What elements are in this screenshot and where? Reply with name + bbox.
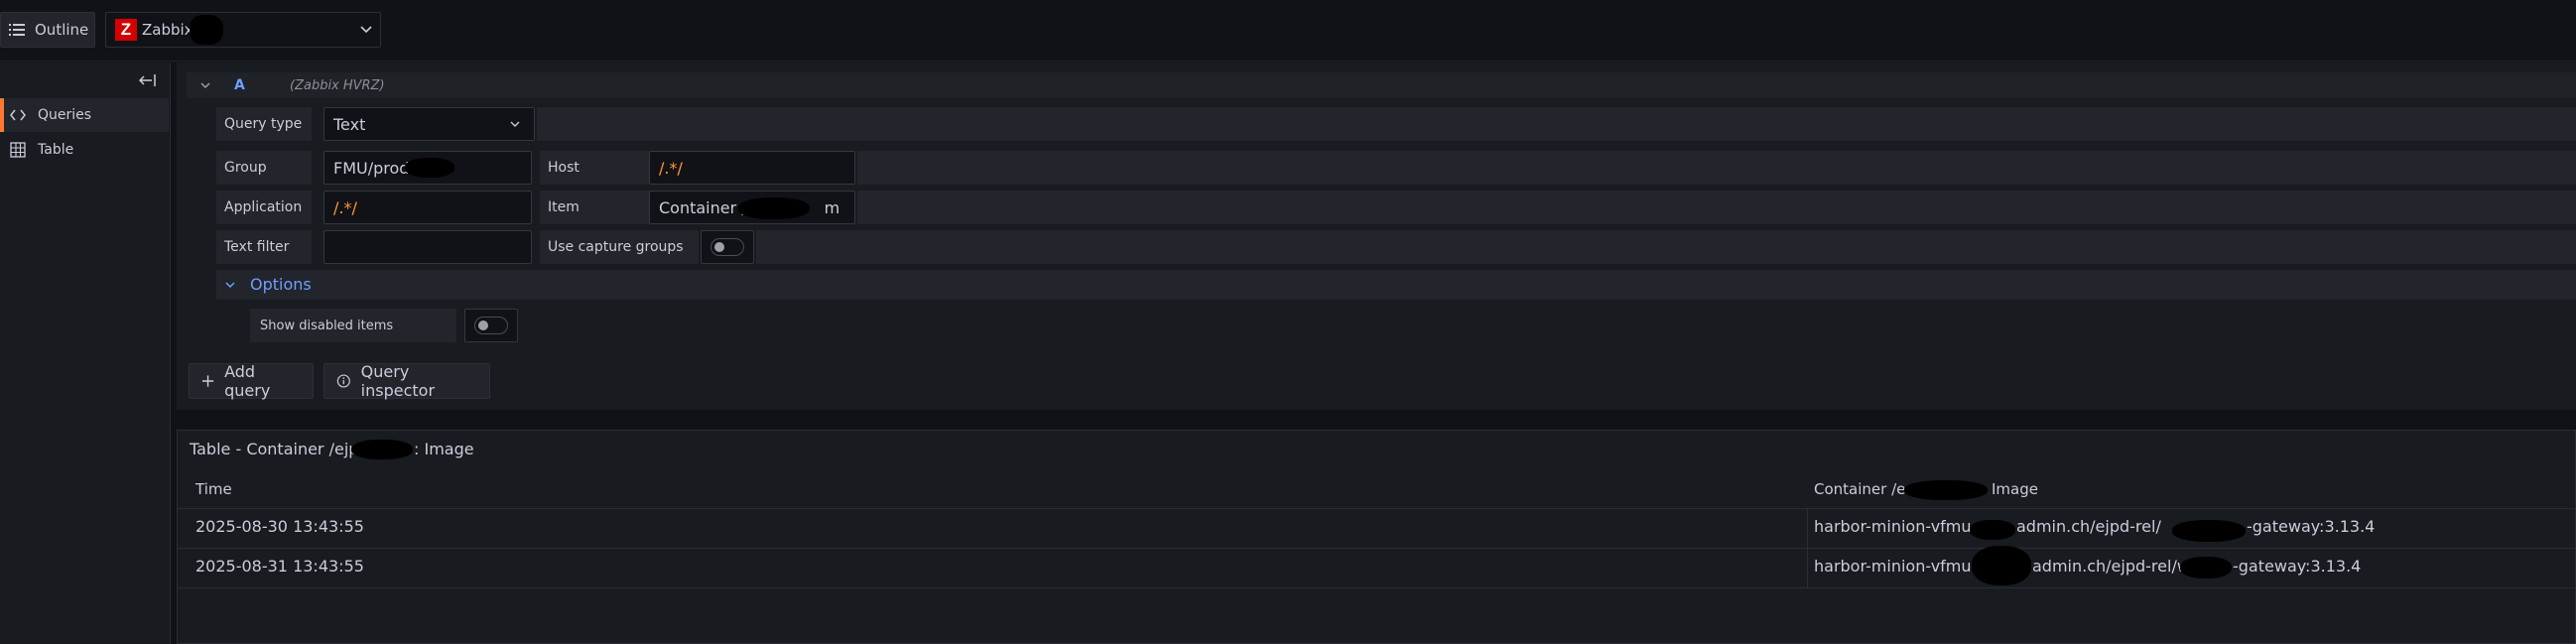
capture-groups-label: Use capture groups (540, 230, 699, 264)
query-editor: A (Zabbix HVRZ) Query type Text Group FM… (177, 63, 2576, 410)
redaction-mark (2172, 520, 2246, 542)
capture-groups-toggle[interactable] (701, 230, 754, 264)
redaction-mark (1972, 546, 2031, 585)
group-value: FMU/prod (333, 158, 410, 178)
datasource-name: Zabbix (142, 21, 193, 39)
item-label: Item (540, 191, 649, 224)
row-filler (857, 151, 2576, 185)
add-query-label: Add query (224, 362, 271, 400)
host-value: /.*/ (659, 158, 683, 178)
host-input[interactable]: /.*/ (649, 151, 855, 185)
outline-label: Outline (35, 21, 89, 39)
redaction-mark (351, 440, 413, 459)
results-table-panel: Table - Container /ejp : Image Time Cont… (177, 430, 2576, 644)
info-circle-icon (336, 374, 350, 388)
panel-title-end: : Image (414, 440, 474, 458)
table-cell-value-c: -gateway:3.13.4 (2233, 557, 2362, 576)
add-query-button[interactable]: Add query (189, 362, 314, 400)
toggle-switch (474, 317, 508, 334)
table-cell-value-a: harbor-minion-vfmu. (1814, 557, 1977, 576)
application-value: /.*/ (333, 197, 357, 217)
show-disabled-toggle[interactable] (464, 309, 518, 342)
collapse-sidebar-icon[interactable] (139, 73, 157, 87)
chevron-down-icon (510, 121, 520, 127)
text-filter-input[interactable] (323, 230, 532, 264)
outline-button[interactable]: Outline (0, 12, 95, 48)
table-cell-value-a: harbor-minion-vfmu (1814, 517, 1972, 536)
query-type-select[interactable]: Text (323, 107, 535, 141)
row-filler (857, 191, 2576, 224)
panel-title-start: Table - Container /ejp (190, 440, 359, 458)
redaction-mark (405, 158, 454, 178)
table-cell-value-b: admin.ch/ejpd-rel/ (2016, 517, 2161, 536)
table-cell-value-b: admin.ch/ejpd-rel/w (2032, 557, 2190, 576)
sidebar-item-table[interactable]: Table (0, 133, 169, 167)
row-divider (178, 587, 2576, 588)
header-divider (178, 508, 2576, 509)
item-value-start: Container / (659, 197, 747, 217)
datasource-picker[interactable]: Z Zabbix (105, 12, 381, 48)
collapse-query-chevron-icon[interactable] (200, 82, 210, 89)
text-filter-label: Text filter (216, 230, 312, 264)
sidebar-item-label: Table (38, 142, 74, 158)
table-cell-time: 2025-08-31 13:43:55 (195, 557, 364, 576)
query-type-label: Query type (216, 107, 312, 141)
toggle-switch (710, 238, 744, 256)
row-filler (756, 230, 2576, 264)
redaction-mark (738, 197, 810, 219)
chevron-down-icon (360, 26, 372, 34)
zabbix-logo-icon: Z (115, 19, 137, 41)
code-icon (10, 109, 26, 121)
item-value-end: m (824, 197, 840, 217)
table-cell-time: 2025-08-30 13:43:55 (195, 517, 364, 536)
left-sidebar: Queries Table (0, 63, 171, 644)
row-divider (178, 548, 2576, 549)
query-datasource-hint: (Zabbix HVRZ) (290, 78, 385, 93)
redaction-mark (2180, 557, 2232, 579)
query-type-value: Text (333, 114, 366, 134)
column-header-time[interactable]: Time (195, 480, 232, 498)
host-label: Host (540, 151, 649, 185)
sidebar-item-queries[interactable]: Queries (0, 98, 169, 132)
query-ref-id[interactable]: A (234, 77, 245, 93)
show-disabled-label: Show disabled items (250, 309, 456, 342)
plus-icon (201, 375, 214, 387)
group-label: Group (216, 151, 312, 185)
application-input[interactable]: /.*/ (323, 191, 532, 224)
row-filler (537, 107, 2576, 141)
top-toolbar: Outline Z Zabbix (0, 0, 2576, 62)
options-label[interactable]: Options (250, 275, 312, 294)
redaction-mark (1970, 520, 2015, 540)
list-icon (9, 24, 25, 36)
redaction-mark (190, 15, 223, 45)
application-label: Application (216, 191, 312, 224)
table-cell-value-c: -gateway:3.13.4 (2247, 517, 2376, 536)
column-header-value-end: Image (1992, 480, 2038, 498)
chevron-down-icon (225, 282, 235, 289)
options-row[interactable] (216, 270, 2576, 300)
table-icon (10, 142, 26, 158)
column-header-value-start[interactable]: Container /e (1814, 480, 1905, 498)
query-inspector-label: Query inspector (360, 362, 436, 400)
query-header-row[interactable] (187, 72, 2576, 98)
query-inspector-button[interactable]: Query inspector (323, 362, 490, 400)
redaction-mark (1904, 480, 1988, 500)
sidebar-item-label: Queries (38, 107, 92, 123)
